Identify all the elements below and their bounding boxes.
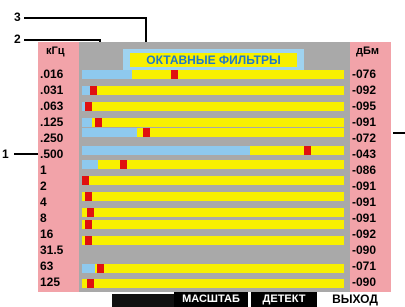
level-value: -091 (352, 115, 377, 129)
frequency-label: 125 (40, 275, 61, 289)
filter-bar (82, 102, 344, 111)
frequency-label: .500 (40, 147, 64, 161)
peak-marker (171, 70, 178, 79)
frequency-label: 1 (40, 163, 47, 177)
filter-bar (82, 86, 344, 95)
peak-marker (82, 176, 89, 185)
level-value: -043 (352, 147, 377, 161)
bar-level-fill (82, 264, 95, 273)
level-value: -092 (352, 83, 377, 97)
filter-bar (82, 176, 344, 185)
peak-marker (85, 192, 92, 201)
peak-marker (85, 102, 92, 111)
frequency-label: 2 (40, 179, 47, 193)
peak-marker (87, 279, 94, 288)
leader-line-1-h (14, 153, 38, 155)
frequency-label: 31.5 (40, 243, 64, 257)
level-value: -092 (352, 227, 377, 241)
peak-marker (97, 264, 104, 273)
frequency-label: .063 (40, 99, 64, 113)
peak-marker (120, 160, 127, 169)
level-value: -090 (352, 275, 377, 289)
filter-bar (82, 128, 344, 137)
leader-line-3-h (24, 17, 146, 19)
leader-line-right (393, 132, 405, 134)
frequency-unit: кГц (46, 45, 65, 57)
bar-level-fill (82, 160, 98, 169)
detector-softkey[interactable]: ДЕТЕКТ (251, 292, 317, 307)
filter-bar (82, 279, 344, 288)
softkey-blank (112, 294, 174, 307)
filter-bar (82, 236, 344, 245)
bar-level-fill (82, 128, 137, 137)
level-value: -076 (352, 67, 377, 81)
level-value: -091 (352, 211, 377, 225)
frequency-label: .250 (40, 131, 64, 145)
level-value: -095 (352, 99, 377, 113)
level-value: -091 (352, 179, 377, 193)
frequency-label: .031 (40, 83, 64, 97)
screen-title: ОКТАВНЫЕ ФИЛЬТРЫ (130, 53, 297, 67)
filter-bar (82, 70, 344, 79)
filter-bar (82, 118, 344, 127)
peak-marker (85, 220, 92, 229)
level-value: -090 (352, 243, 377, 257)
frequency-label: 63 (40, 259, 54, 273)
peak-marker (304, 146, 311, 155)
peak-marker (85, 236, 92, 245)
bar-level-fill (82, 86, 90, 95)
level-value: -091 (352, 195, 377, 209)
bar-level-fill (82, 118, 92, 127)
filter-bar (82, 264, 344, 273)
leader-line-2-h (24, 39, 100, 41)
callout-2: 2 (14, 32, 21, 46)
filter-bar (82, 192, 344, 201)
filter-bar (82, 146, 344, 155)
frequency-label: 16 (40, 227, 54, 241)
level-unit: дБм (356, 45, 380, 57)
bar-level-fill (82, 146, 250, 155)
frequency-label: .125 (40, 115, 64, 129)
peak-marker (87, 208, 94, 217)
filter-bar (82, 208, 344, 217)
callout-1: 1 (2, 147, 9, 161)
peak-marker (90, 86, 97, 95)
peak-marker (95, 118, 102, 127)
filter-bar (82, 160, 344, 169)
level-value: -071 (352, 259, 377, 273)
scale-softkey[interactable]: МАСШТАБ (174, 292, 248, 307)
frequency-label: 8 (40, 211, 47, 225)
filter-bar (82, 220, 344, 229)
frequency-label: .016 (40, 67, 64, 81)
peak-marker (143, 128, 150, 137)
exit-softkey[interactable]: ВЫХОД (320, 292, 390, 307)
level-value: -086 (352, 163, 377, 177)
level-value: -072 (352, 131, 377, 145)
frequency-label: 4 (40, 195, 47, 209)
callout-3: 3 (14, 10, 21, 24)
bar-level-fill (82, 70, 132, 79)
